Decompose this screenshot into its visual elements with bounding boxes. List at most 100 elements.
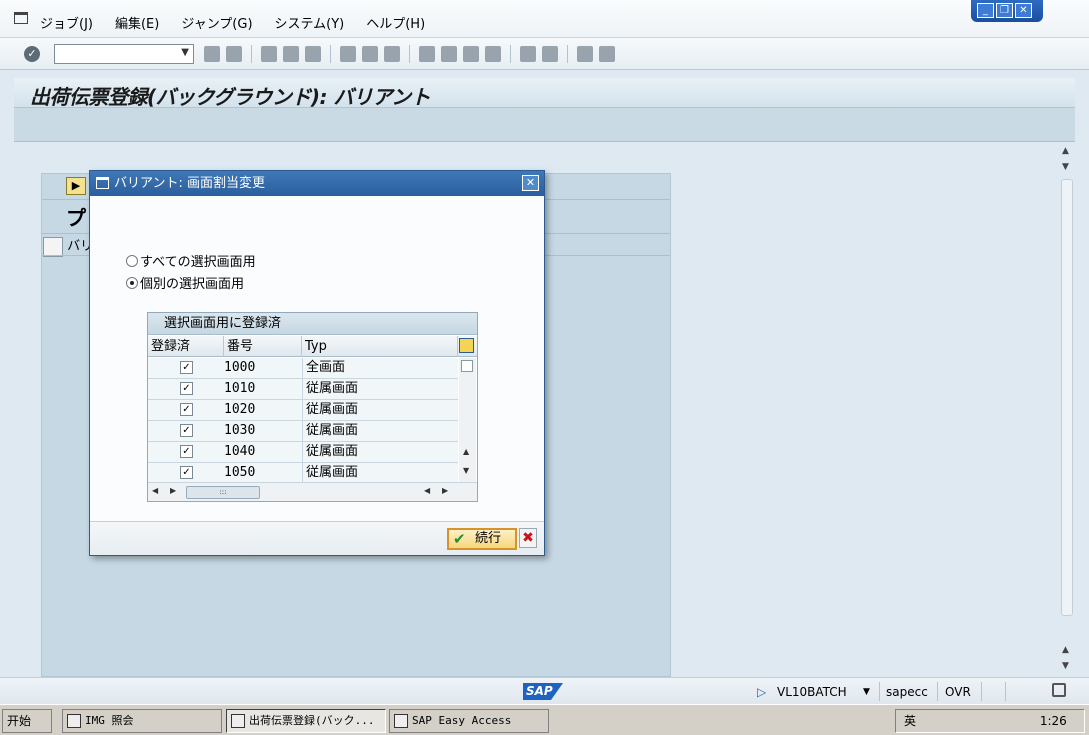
command-field[interactable]: ▼: [54, 44, 194, 64]
help-icon[interactable]: [577, 46, 593, 62]
taskbar-item[interactable]: IMG 照会: [62, 709, 222, 733]
menu-edit[interactable]: 編集(E): [115, 13, 159, 32]
table-row[interactable]: ✓ 1010 従属画面: [148, 379, 458, 400]
application-toolbar: [14, 108, 1075, 142]
variant-screen-assignment-dialog: バリアント: 画面割当変更 ✕ すべての選択画面用 個別の選択画面用 選択画面用…: [89, 170, 545, 556]
radio-button-selected[interactable]: [126, 277, 138, 289]
registered-checkbox[interactable]: ✓: [180, 466, 193, 479]
scrollbar-track[interactable]: [1061, 179, 1073, 616]
save-icon[interactable]: [226, 46, 242, 62]
continue-label: 続行: [475, 531, 502, 546]
start-button[interactable]: 开始: [2, 709, 52, 733]
continue-button[interactable]: ✔ 続行: [447, 528, 517, 550]
scroll-down-icon[interactable]: ▼: [1062, 162, 1069, 172]
status-transaction[interactable]: VL10BATCH: [777, 685, 847, 699]
document-icon[interactable]: [43, 236, 63, 257]
taskbar-item-active[interactable]: 出荷伝票登録(バック...: [226, 709, 386, 733]
scroll-right-icon[interactable]: ▶: [442, 486, 448, 495]
scroll-left-icon[interactable]: ◀: [424, 486, 430, 495]
select-all-box[interactable]: [461, 360, 473, 372]
chevron-down-icon[interactable]: ▼: [181, 47, 189, 58]
back-nav-icon[interactable]: [204, 46, 220, 62]
close-window-button[interactable]: ✕: [1015, 3, 1032, 18]
column-config-icon[interactable]: [459, 338, 474, 353]
restore-button[interactable]: ❐: [996, 3, 1013, 18]
menu-bar: ジョブ(J) 編集(E) ジャンプ(G) システム(Y) ヘルプ(H) _ ❐ …: [0, 0, 1089, 38]
find-next-icon[interactable]: [384, 46, 400, 62]
system-menu-icon[interactable]: [14, 12, 28, 24]
status-separator: [937, 682, 938, 701]
column-type[interactable]: Typ: [302, 336, 458, 357]
screen-type: 従属画面: [302, 400, 458, 420]
radio-all-screens[interactable]: すべての選択画面用: [126, 251, 256, 270]
vertical-scrollbar[interactable]: ▲ ▼ ▲ ▼: [1059, 142, 1075, 677]
radio-button[interactable]: [126, 255, 138, 267]
close-icon[interactable]: ✕: [522, 175, 539, 191]
next-page-icon[interactable]: [463, 46, 479, 62]
registered-checkbox[interactable]: ✓: [180, 382, 193, 395]
background-label: プ: [66, 206, 86, 230]
start-label: 开始: [7, 714, 32, 728]
last-page-icon[interactable]: [485, 46, 501, 62]
table-header: 登録済 番号 Typ: [148, 336, 477, 357]
previous-page-icon[interactable]: [441, 46, 457, 62]
scroll-down-icon[interactable]: ▼: [463, 466, 469, 475]
registered-checkbox[interactable]: ✓: [180, 424, 193, 437]
table-rows: ✓ 1000 全画面 ✓ 1010 従属画面 ✓ 1020 従属画面 ✓ 103…: [148, 358, 458, 484]
cancel-button[interactable]: ✖: [519, 528, 537, 548]
menu-job[interactable]: ジョブ(J): [40, 13, 93, 32]
table-vertical-scrollbar[interactable]: ▲ ▼: [459, 358, 476, 484]
minimize-button[interactable]: _: [977, 3, 994, 18]
taskbar-item-label: IMG 照会: [85, 714, 134, 727]
registered-checkbox[interactable]: ✓: [180, 445, 193, 458]
cancel-icon[interactable]: [305, 46, 321, 62]
scroll-up-icon[interactable]: ▲: [1062, 645, 1069, 655]
screen-number: 1050: [224, 465, 256, 480]
find-icon[interactable]: [362, 46, 378, 62]
column-registered[interactable]: 登録済: [148, 336, 224, 357]
column-number[interactable]: 番号: [224, 336, 302, 357]
back-icon[interactable]: [261, 46, 277, 62]
status-expand-icon[interactable]: ▷: [757, 685, 766, 699]
os-taskbar: 开始 IMG 照会 出荷伝票登録(バック... SAP Easy Access …: [0, 704, 1089, 735]
scroll-up-icon[interactable]: ▲: [1062, 146, 1069, 156]
new-session-icon[interactable]: [520, 46, 536, 62]
execute-icon[interactable]: ▶: [66, 177, 86, 195]
status-separator: [879, 682, 880, 701]
ime-indicator[interactable]: 英: [904, 714, 916, 728]
taskbar-item[interactable]: SAP Easy Access: [389, 709, 549, 733]
table-row[interactable]: ✓ 1020 従属画面: [148, 400, 458, 421]
table-row[interactable]: ✓ 1040 従属画面: [148, 442, 458, 463]
chevron-down-icon[interactable]: ▼: [863, 687, 870, 697]
radio-all-label: すべての選択画面用: [140, 255, 256, 270]
first-page-icon[interactable]: [419, 46, 435, 62]
layout-menu-icon[interactable]: [599, 46, 615, 62]
registered-checkbox[interactable]: ✓: [180, 361, 193, 374]
scroll-down-icon[interactable]: ▼: [1062, 661, 1069, 671]
scroll-up-icon[interactable]: ▲: [463, 447, 469, 456]
scroll-left-icon[interactable]: ◀: [152, 486, 158, 495]
radio-individual-label: 個別の選択画面用: [140, 277, 245, 292]
scrollbar-thumb[interactable]: :::: [186, 486, 260, 499]
menu-system[interactable]: システム(Y): [275, 13, 345, 32]
scroll-right-icon[interactable]: ▶: [170, 486, 176, 495]
clock: 1:26: [1039, 714, 1067, 728]
table-row[interactable]: ✓ 1000 全画面: [148, 358, 458, 379]
enter-check-icon[interactable]: ✓: [24, 46, 40, 62]
registered-checkbox[interactable]: ✓: [180, 403, 193, 416]
menu-goto[interactable]: ジャンプ(G): [181, 13, 252, 32]
exit-icon[interactable]: [283, 46, 299, 62]
lock-icon[interactable]: [1052, 683, 1066, 697]
dialog-title-bar[interactable]: バリアント: 画面割当変更 ✕: [90, 171, 544, 196]
print-icon[interactable]: [340, 46, 356, 62]
screen-type: 従属画面: [302, 379, 458, 399]
radio-individual-screens[interactable]: 個別の選択画面用: [126, 273, 244, 292]
standard-toolbar: ✓ ▼: [0, 38, 1089, 70]
table-horizontal-scrollbar[interactable]: ◀ ▶ ::: ◀ ▶: [148, 482, 477, 501]
table-row[interactable]: ✓ 1050 従属画面: [148, 463, 458, 484]
menu-help[interactable]: ヘルプ(H): [366, 13, 425, 32]
table-row[interactable]: ✓ 1030 従属画面: [148, 421, 458, 442]
status-mode[interactable]: OVR: [945, 685, 971, 699]
shortcut-icon[interactable]: [542, 46, 558, 62]
registered-screens-table: 選択画面用に登録済 登録済 番号 Typ ✓ 1000 全画面 ✓ 1010 従…: [147, 312, 478, 502]
